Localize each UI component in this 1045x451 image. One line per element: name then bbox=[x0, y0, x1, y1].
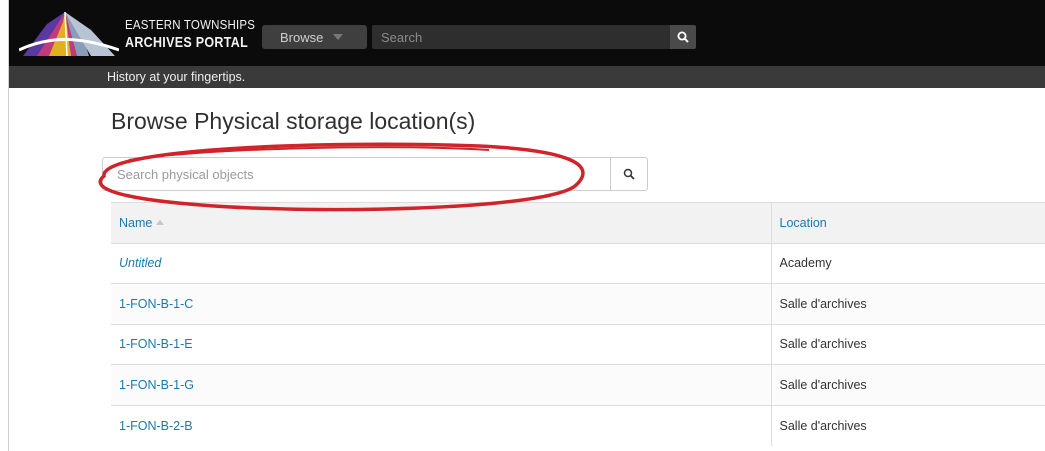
column-header-location[interactable]: Location bbox=[770, 202, 1045, 243]
page-frame: EASTERN TOWNSHIPS ARCHIVES PORTAL Browse… bbox=[8, 0, 1045, 451]
top-header: EASTERN TOWNSHIPS ARCHIVES PORTAL Browse bbox=[9, 0, 1045, 66]
brand-line1: EASTERN TOWNSHIPS bbox=[125, 18, 256, 33]
row-link[interactable]: 1-FON-B-2-B bbox=[119, 419, 193, 433]
search-icon bbox=[677, 31, 689, 43]
row-link[interactable]: Untitled bbox=[119, 256, 161, 270]
browse-label: Browse bbox=[280, 29, 324, 45]
page-title: Browse Physical storage location(s) bbox=[111, 108, 476, 134]
cell-name: Untitled bbox=[111, 242, 771, 284]
cell-name: 1-FON-B-1-E bbox=[111, 323, 771, 365]
brand-line2: ARCHIVES PORTAL bbox=[125, 33, 249, 51]
global-search bbox=[372, 25, 670, 49]
column-header-name-label: Name bbox=[119, 215, 153, 230]
table-header-row: Name Location bbox=[111, 202, 1045, 243]
physical-objects-search-input[interactable] bbox=[103, 158, 610, 190]
cell-name: 1-FON-B-1-C bbox=[111, 283, 771, 324]
cell-name: 1-FON-B-2-B bbox=[111, 404, 771, 446]
cell-location: Salle d'archives bbox=[770, 323, 1045, 365]
search-icon bbox=[623, 168, 635, 180]
row-link[interactable]: 1-FON-B-1-E bbox=[119, 337, 193, 351]
global-search-button[interactable] bbox=[670, 25, 696, 49]
cell-location: Salle d'archives bbox=[770, 364, 1045, 405]
table-row: 1-FON-B-1-G Salle d'archives bbox=[111, 364, 1045, 405]
table-row: Untitled Academy bbox=[111, 242, 1045, 284]
physical-objects-search bbox=[102, 157, 610, 191]
column-header-name[interactable]: Name bbox=[111, 202, 771, 243]
table-row: 1-FON-B-1-C Salle d'archives bbox=[111, 283, 1045, 324]
row-link[interactable]: 1-FON-B-1-C bbox=[119, 297, 193, 311]
table-row: 1-FON-B-1-E Salle d'archives bbox=[111, 323, 1045, 365]
cell-name: 1-FON-B-1-G bbox=[111, 364, 771, 405]
caret-down-icon bbox=[333, 34, 344, 40]
browse-button[interactable]: Browse bbox=[262, 25, 367, 49]
brand-name[interactable]: EASTERN TOWNSHIPS ARCHIVES PORTAL bbox=[125, 18, 256, 51]
global-search-input[interactable] bbox=[372, 25, 670, 49]
cell-location: Salle d'archives bbox=[770, 404, 1045, 446]
tagline: History at your fingertips. bbox=[9, 66, 1045, 88]
physical-objects-search-button[interactable] bbox=[610, 157, 648, 191]
logo-icon[interactable] bbox=[19, 6, 119, 62]
storage-locations-table: Name Location Untitled Academy 1-FON-B-1… bbox=[111, 202, 1045, 446]
row-link[interactable]: 1-FON-B-1-G bbox=[119, 378, 194, 392]
cell-location: Salle d'archives bbox=[770, 283, 1045, 324]
cell-location: Academy bbox=[770, 242, 1045, 284]
sort-up-icon bbox=[156, 219, 165, 225]
table-row: 1-FON-B-2-B Salle d'archives bbox=[111, 404, 1045, 446]
